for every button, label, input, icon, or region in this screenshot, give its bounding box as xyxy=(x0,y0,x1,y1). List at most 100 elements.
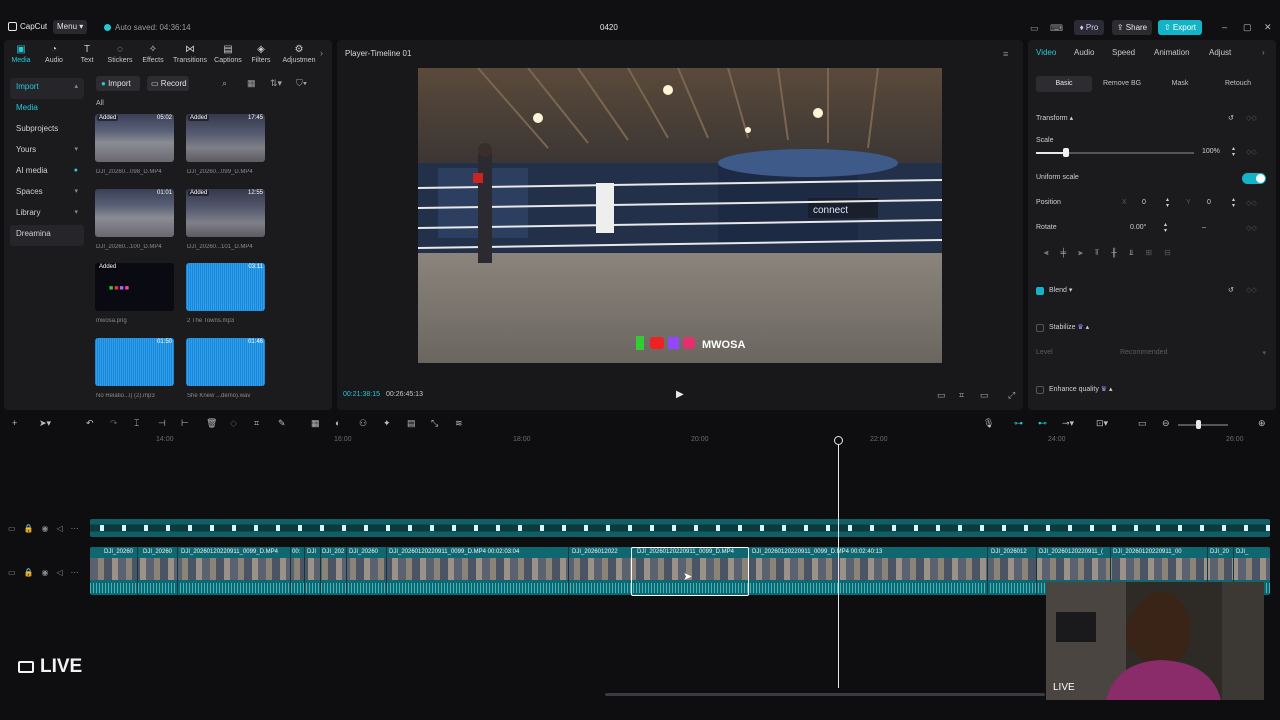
add-track-icon[interactable]: + xyxy=(12,418,17,428)
media-thumb-6[interactable]: 03:11 xyxy=(186,263,265,311)
pro-button[interactable]: ♦ Pro xyxy=(1074,20,1104,35)
caption-icon[interactable]: ▤ xyxy=(407,418,416,429)
main-track-magnet-icon[interactable]: ⊶ xyxy=(1014,418,1023,429)
tab-video[interactable]: Video xyxy=(1036,48,1056,57)
video-preview[interactable]: connect MWOSA xyxy=(418,68,942,363)
minimize-icon[interactable]: – xyxy=(1222,22,1227,32)
playhead-handle[interactable] xyxy=(834,436,843,445)
import-button[interactable]: ● Import xyxy=(96,76,140,91)
blend-checkbox[interactable] xyxy=(1036,287,1044,295)
close-icon[interactable]: ✕ xyxy=(1264,22,1272,33)
split-right-icon[interactable]: ⊢ xyxy=(181,418,189,429)
shortcuts-icon[interactable]: ⌨ xyxy=(1050,23,1063,34)
align-bottom-icon[interactable]: ⫫ xyxy=(1129,248,1134,262)
uniform-scale-toggle[interactable] xyxy=(1242,173,1266,184)
align-center-v-icon[interactable]: ╫ xyxy=(1111,248,1117,262)
more-icon[interactable]: ⋯ xyxy=(71,524,79,533)
align-left-icon[interactable]: ⫷ xyxy=(1044,248,1049,262)
subtab-basic[interactable]: Basic xyxy=(1036,76,1092,92)
keyframe-icon[interactable]: ◇◇ xyxy=(1246,148,1257,156)
export-button[interactable]: ⇧ Export xyxy=(1158,20,1202,35)
zoom-slider-handle[interactable] xyxy=(1196,420,1201,429)
lock-icon[interactable]: 🔒 xyxy=(24,568,34,577)
tool-stickers[interactable]: ◌ Stickers xyxy=(105,44,135,64)
resize-icon[interactable]: ⤡ xyxy=(431,418,438,429)
scale-slider-handle[interactable] xyxy=(1063,148,1069,157)
link-icon[interactable]: ⊸▾ xyxy=(1062,418,1074,429)
keyframe-icon[interactable]: ◇◇ xyxy=(1246,286,1257,294)
audio-mute-icon[interactable]: ◁ xyxy=(57,568,63,577)
rotate-field[interactable]: 0.00° xyxy=(1130,224,1146,231)
ratio-icon[interactable]: ▭ xyxy=(980,390,989,401)
audio-mute-icon[interactable]: ◁ xyxy=(57,524,63,533)
timeline-scrollbar[interactable] xyxy=(605,693,1045,696)
reverse-icon[interactable]: ◐ xyxy=(335,418,340,428)
zoom-slider[interactable] xyxy=(1178,424,1228,426)
crop-icon[interactable]: ⌗ xyxy=(254,418,259,429)
tool-captions[interactable]: ▤ Captions xyxy=(211,44,245,64)
keyframe-icon[interactable]: ◇◇ xyxy=(1246,199,1257,207)
tool-effects[interactable]: ✧ Effects xyxy=(138,44,168,64)
layout-icon[interactable]: ▭ xyxy=(1030,23,1039,34)
shield-icon[interactable]: ◇ xyxy=(230,418,237,429)
reset-icon[interactable]: ↺ xyxy=(1228,114,1234,122)
sidebar-item-dreamina[interactable]: Dreamina xyxy=(10,225,84,246)
sort-icon[interactable]: ⇅▾ xyxy=(270,78,282,89)
track-lock-icon[interactable]: ▭ xyxy=(8,524,16,533)
media-thumb-7[interactable]: 01:50 xyxy=(95,338,174,386)
menu-button[interactable]: Menu ▾ xyxy=(53,20,87,34)
tool-transitions[interactable]: ⋈ Transitions xyxy=(172,44,208,64)
enhance-checkbox[interactable] xyxy=(1036,386,1044,394)
rotate-stepper[interactable]: ▴ ▾ xyxy=(1164,222,1167,234)
player-menu-icon[interactable]: ≡ xyxy=(1003,49,1008,59)
sidebar-item-media[interactable]: Media xyxy=(10,99,84,120)
split-icon[interactable]: ⌶ xyxy=(134,418,139,429)
media-thumb-2[interactable]: Added 17:45 xyxy=(186,114,265,162)
position-y-stepper[interactable]: ▴ ▾ xyxy=(1232,197,1235,209)
tab-speed[interactable]: Speed xyxy=(1112,48,1135,57)
media-thumb-1[interactable]: Added 05:02 xyxy=(95,114,174,162)
fit-icon[interactable]: ▭ xyxy=(1138,418,1147,429)
lock-icon[interactable]: 🔒 xyxy=(24,524,34,533)
share-button[interactable]: ⇪ Share xyxy=(1112,20,1152,35)
blend-label[interactable]: Blend ▾ xyxy=(1049,286,1072,294)
freeze-icon[interactable]: ▦ xyxy=(311,418,320,429)
subtab-retouch[interactable]: Retouch xyxy=(1212,76,1264,92)
align-top-icon[interactable]: ⫪ xyxy=(1095,248,1100,262)
zoom-in-icon[interactable]: ⊕ xyxy=(1258,418,1266,429)
fullscreen-icon[interactable]: ⤢ xyxy=(1008,390,1015,401)
filter-icon[interactable]: ⛉▾ xyxy=(296,78,307,89)
waveform-icon[interactable]: ≋ xyxy=(455,418,463,429)
microphone-icon[interactable]: 🎙 xyxy=(983,418,994,429)
maximize-icon[interactable]: ▢ xyxy=(1243,22,1252,33)
project-title[interactable]: 0420 xyxy=(600,23,618,32)
chevron-right-icon[interactable]: › xyxy=(320,48,323,58)
subtab-remove-bg[interactable]: Remove BG xyxy=(1096,76,1148,92)
sidebar-item-yours[interactable]: Yours ▾ xyxy=(10,141,84,162)
timeline-ruler[interactable]: 14:00 16:00 18:00 20:00 22:00 24:00 26:0… xyxy=(88,436,1280,448)
distribute-h-icon[interactable]: ⊞ xyxy=(1145,248,1152,262)
tab-adjust[interactable]: Adjust xyxy=(1209,48,1231,57)
select-tool-icon[interactable]: ➤▾ xyxy=(39,418,51,429)
record-button[interactable]: ▭ Record xyxy=(147,76,189,91)
magic-icon[interactable]: ✦ xyxy=(383,418,391,429)
sidebar-item-ai-media[interactable]: AI media ● xyxy=(10,162,84,183)
media-thumb-4[interactable]: Added 12:55 xyxy=(186,189,265,237)
position-x-field[interactable]: 0 xyxy=(1142,199,1146,206)
keyframe-icon[interactable]: ◇◇ xyxy=(1246,224,1257,232)
preview-axis-icon[interactable]: ⊡▾ xyxy=(1096,418,1108,429)
mirror-icon[interactable]: ⚇ xyxy=(359,418,367,429)
subtab-mask[interactable]: Mask xyxy=(1152,76,1208,92)
tool-text[interactable]: T Text xyxy=(72,44,102,64)
grid-view-icon[interactable]: ▦ xyxy=(247,78,256,89)
stabilize-label[interactable]: Stabilize ♛ ▴ xyxy=(1049,323,1089,331)
transform-section[interactable]: Transform ▴ xyxy=(1036,114,1073,122)
rotate-dash[interactable]: – xyxy=(1202,224,1206,231)
search-icon[interactable]: ⌕ xyxy=(222,78,227,89)
playhead[interactable] xyxy=(838,440,839,688)
more-icon[interactable]: ⋯ xyxy=(71,568,79,577)
undo-icon[interactable]: ↶ xyxy=(86,418,94,429)
position-y-field[interactable]: 0 xyxy=(1207,199,1211,206)
tab-animation[interactable]: Animation xyxy=(1154,48,1190,57)
tool-adjustment[interactable]: ⚙ Adjustmen xyxy=(280,44,318,64)
